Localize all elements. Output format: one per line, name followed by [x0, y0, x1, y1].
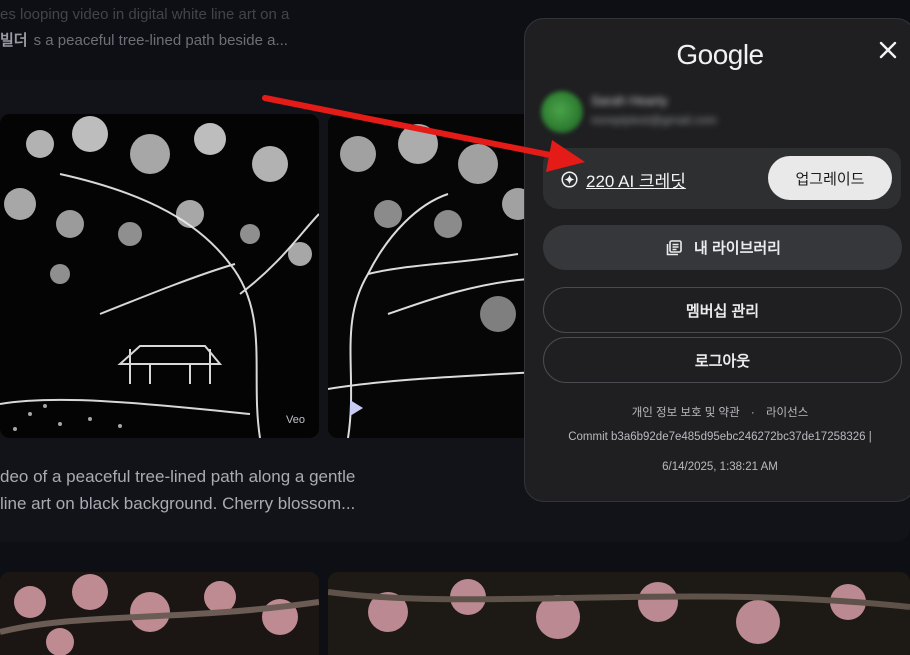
library-stack-icon — [664, 238, 684, 258]
footer-links: 개인 정보 보호 및 약관 · 라이선스 — [525, 404, 910, 420]
video-description: deo of a peaceful tree-lined path along … — [0, 463, 520, 517]
ai-credits-label: 220 AI 크레딧 — [586, 172, 686, 191]
licenses-link[interactable]: 라이선스 — [766, 407, 808, 419]
credits-panel: 220 AI 크레딧 업그레이드 — [543, 148, 901, 209]
manage-membership-label: 멤버십 관리 — [685, 302, 760, 320]
close-icon — [879, 41, 897, 59]
commit-hash: Commit b3a6b92de7e485d95ebc246272bc37de1… — [568, 431, 872, 443]
sparkle-circle-icon — [561, 171, 578, 188]
video-thumbnail[interactable] — [0, 572, 319, 655]
prompt-snippet-line: 빌더 s a peaceful tree-lined path beside a.… — [0, 28, 288, 54]
account-name: Sarah Hearty — [591, 93, 668, 108]
description-line: line art on black background. Cherry blo… — [0, 494, 356, 513]
build-date: 6/14/2025, 1:38:21 AM — [662, 461, 778, 473]
close-button[interactable] — [875, 37, 901, 63]
prompt-snippet-text: s a peaceful tree-lined path beside a... — [33, 32, 288, 49]
description-line: deo of a peaceful tree-lined path along … — [0, 467, 356, 486]
upgrade-button[interactable]: 업그레이드 — [768, 156, 892, 200]
manage-membership-button[interactable]: 멤버십 관리 — [543, 287, 902, 333]
logout-button[interactable]: 로그아웃 — [543, 337, 902, 383]
my-library-label: 내 라이브러리 — [694, 240, 781, 257]
play-icon[interactable] — [350, 400, 363, 416]
background-header-text: es looping video in digital white line a… — [0, 0, 520, 70]
avatar — [541, 91, 583, 133]
google-logo: Google — [676, 39, 764, 70]
account-popup: Google Sarah Hearty noreplytest@gmail.co… — [524, 18, 910, 502]
privacy-terms-link[interactable]: 개인 정보 보호 및 약관 — [632, 407, 740, 419]
veo-badge: Veo — [286, 414, 305, 426]
ai-credits-link[interactable]: 220 AI 크레딧 — [561, 167, 686, 192]
video-thumbnail[interactable]: Veo — [0, 114, 319, 438]
footer-separator: · — [750, 407, 755, 419]
account-email: noreplytest@gmail.com — [591, 113, 717, 127]
video-thumbnail[interactable] — [328, 572, 910, 655]
video-thumbnail[interactable] — [328, 114, 538, 438]
prompt-snippet-line: es looping video in digital white line a… — [0, 6, 290, 23]
project-tag: 빌더 — [0, 32, 28, 49]
logout-label: 로그아웃 — [694, 352, 751, 370]
account-info: Sarah Hearty noreplytest@gmail.com — [541, 91, 841, 135]
my-library-button[interactable]: 내 라이브러리 — [543, 225, 902, 270]
